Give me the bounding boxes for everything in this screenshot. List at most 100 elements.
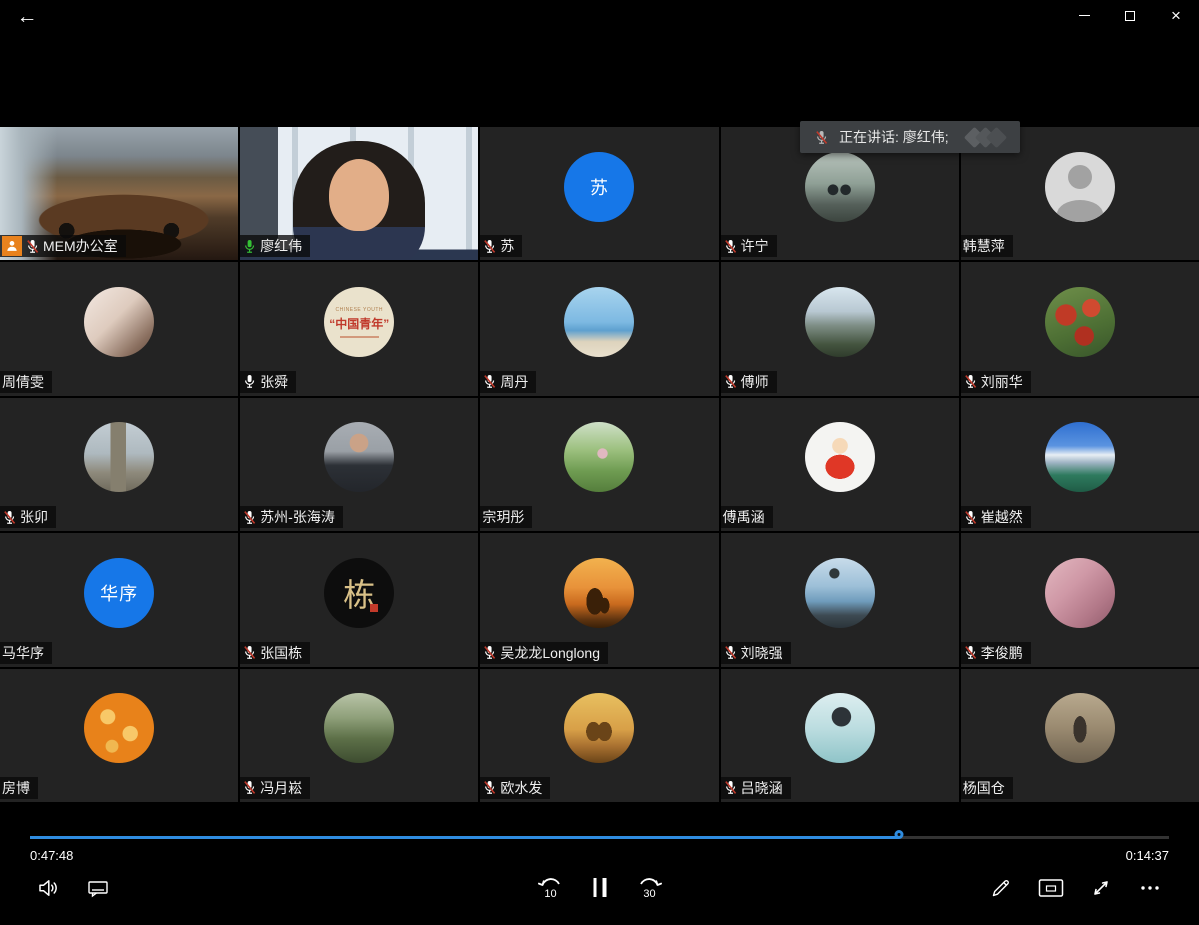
skip-back-icon: 10 — [537, 878, 560, 900]
participant-label: 李俊鹏 — [960, 641, 1031, 664]
participant-tile: 栋 张国栋 — [240, 533, 479, 667]
now-speaking-text: 正在讲话: 廖红伟; — [839, 129, 949, 145]
participant-label: 苏 — [480, 235, 523, 258]
avatar — [1044, 422, 1115, 493]
subtitles-icon — [88, 881, 108, 898]
avatar-text: 华序 — [100, 583, 139, 604]
mic-icon — [963, 644, 978, 661]
window-controls: × — [1061, 0, 1199, 31]
avatar: 栋 — [324, 557, 395, 628]
avatar — [804, 287, 875, 358]
left-controls — [36, 876, 110, 900]
participant-tile: 崔越然 — [960, 397, 1199, 532]
minimize-button[interactable] — [1061, 0, 1107, 31]
avatar — [804, 557, 875, 628]
participant-name: 张国栋 — [260, 644, 303, 661]
skip-back-10-button[interactable]: 10 — [535, 872, 565, 902]
avatar: 苏 — [564, 151, 635, 222]
video-grid: MEM办公室 廖红伟 苏 苏 许宁 韩慧萍 周倩雯 CHINESE YOUTH … — [0, 127, 1199, 802]
participant-name: 冯月崧 — [260, 779, 303, 796]
mic-icon — [963, 373, 978, 390]
participant-tile: 李俊鹏 — [960, 533, 1199, 667]
avatar — [84, 422, 155, 493]
mic-icon — [2, 509, 17, 526]
ellipsis-icon — [1141, 886, 1159, 890]
ink-edit-button[interactable] — [989, 876, 1013, 900]
avatar — [84, 287, 155, 358]
subtitles-button[interactable] — [86, 876, 110, 900]
participant-label: 许宁 — [720, 235, 777, 258]
avatar — [564, 422, 635, 493]
participant-label: 韩慧萍 — [960, 235, 1013, 258]
participant-name: 房博 — [2, 779, 30, 796]
pause-button[interactable] — [593, 876, 606, 899]
back-arrow-icon: ← — [16, 5, 38, 28]
participant-label: 刘丽华 — [960, 370, 1031, 393]
mic-icon — [242, 779, 257, 796]
mic-icon — [723, 644, 738, 661]
seek-thumb[interactable] — [894, 830, 904, 839]
participant-tile: CHINESE YOUTH “中国青年” 张舜 — [240, 262, 479, 396]
participant-tile: 冯月崧 — [240, 668, 479, 802]
mini-player-icon — [1038, 879, 1064, 897]
mic-icon — [242, 238, 257, 255]
mic-icon — [482, 373, 497, 390]
avatar-text: 栋 — [343, 576, 376, 613]
fullscreen-button[interactable] — [1089, 876, 1113, 900]
participant-tile: 刘丽华 — [960, 262, 1199, 396]
participant-name: 吕晓涵 — [740, 779, 783, 796]
mic-icon — [25, 238, 40, 255]
participant-name: MEM办公室 — [43, 238, 118, 255]
participant-label: 吕晓涵 — [720, 776, 791, 799]
participant-tile: 张卯 — [0, 397, 239, 532]
now-speaking-tooltip: 正在讲话: 廖红伟; — [800, 121, 1020, 153]
volume-icon — [39, 880, 57, 896]
host-badge-icon — [2, 236, 22, 257]
avatar: CHINESE YOUTH “中国青年” — [324, 287, 395, 358]
participant-tile: 廖红伟 — [240, 127, 479, 261]
participant-name: 傅禹涵 — [722, 509, 765, 526]
maximize-button[interactable] — [1107, 0, 1153, 31]
participant-tile: 周丹 — [480, 262, 719, 396]
pencil-icon — [992, 880, 1009, 897]
avatar — [804, 151, 875, 222]
mini-player-button[interactable] — [1038, 877, 1064, 899]
avatar — [804, 422, 875, 493]
participant-tile: 周倩雯 — [0, 262, 239, 396]
avatar — [564, 557, 635, 628]
avatar: 华序 — [84, 557, 155, 628]
participant-label: 宗玥彤 — [480, 506, 533, 529]
participant-label: 傅师 — [720, 370, 777, 393]
minimize-icon — [1078, 15, 1090, 16]
participant-label: 周丹 — [480, 370, 537, 393]
right-controls — [989, 876, 1162, 900]
participant-name: 韩慧萍 — [962, 238, 1005, 255]
participant-tile: 吴龙龙Longlong — [480, 533, 719, 667]
volume-button[interactable] — [36, 876, 60, 900]
participant-label: 马华序 — [0, 641, 52, 664]
participant-tile: 苏 苏 — [480, 127, 719, 261]
skip-forward-30-button[interactable]: 30 — [634, 872, 664, 902]
close-button[interactable]: × — [1153, 0, 1199, 31]
participant-tile: 刘晓强 — [720, 533, 959, 667]
avatar — [84, 693, 155, 764]
seek-fill — [30, 836, 900, 839]
participant-label: 廖红伟 — [240, 235, 311, 258]
participant-name: 张卯 — [20, 509, 48, 526]
mic-icon — [482, 238, 497, 255]
participant-tile: 苏州-张海涛 — [240, 397, 479, 532]
participant-label: 冯月崧 — [240, 776, 311, 799]
participant-name: 许宁 — [740, 238, 769, 255]
seek-bar[interactable] — [30, 830, 1169, 844]
participant-tile: 吕晓涵 — [720, 668, 959, 802]
participant-label: 欧水发 — [480, 776, 551, 799]
more-options-button[interactable] — [1138, 876, 1162, 900]
participant-name: 马华序 — [2, 644, 44, 661]
avatar — [1044, 693, 1115, 764]
remaining-time: 0:14:37 — [1125, 848, 1169, 863]
back-button[interactable]: ← — [10, 2, 44, 32]
participant-name: 周丹 — [500, 373, 529, 390]
participant-label: 张国栋 — [240, 641, 311, 664]
redacted-names — [963, 126, 1007, 148]
pause-icon — [593, 876, 606, 899]
